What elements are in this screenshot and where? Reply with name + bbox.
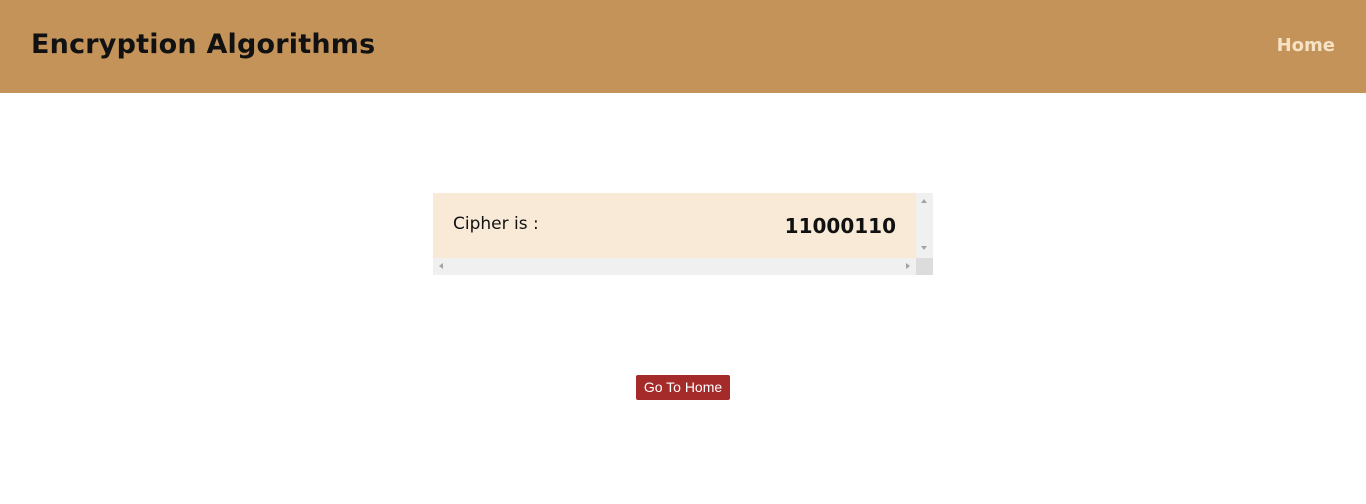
cipher-value: 11000110 [784,214,896,238]
horizontal-scrollbar[interactable] [433,258,916,275]
vertical-scrollbar[interactable] [916,193,933,258]
go-to-home-button[interactable]: Go To Home [636,375,730,400]
cipher-result-panel: Cipher is : 11000110 [433,193,933,275]
site-title: Encryption Algorithms [31,29,376,60]
nav-home-link[interactable]: Home [1277,35,1335,57]
cipher-result-content: Cipher is : 11000110 [433,193,916,258]
scrollbar-corner [916,258,933,275]
scroll-left-arrow-icon[interactable] [439,263,443,269]
top-navbar: Encryption Algorithms Home [0,0,1366,93]
cipher-label: Cipher is : [453,214,539,234]
scroll-right-arrow-icon[interactable] [906,263,910,269]
scroll-down-arrow-icon[interactable] [921,246,927,250]
scroll-up-arrow-icon[interactable] [921,199,927,203]
